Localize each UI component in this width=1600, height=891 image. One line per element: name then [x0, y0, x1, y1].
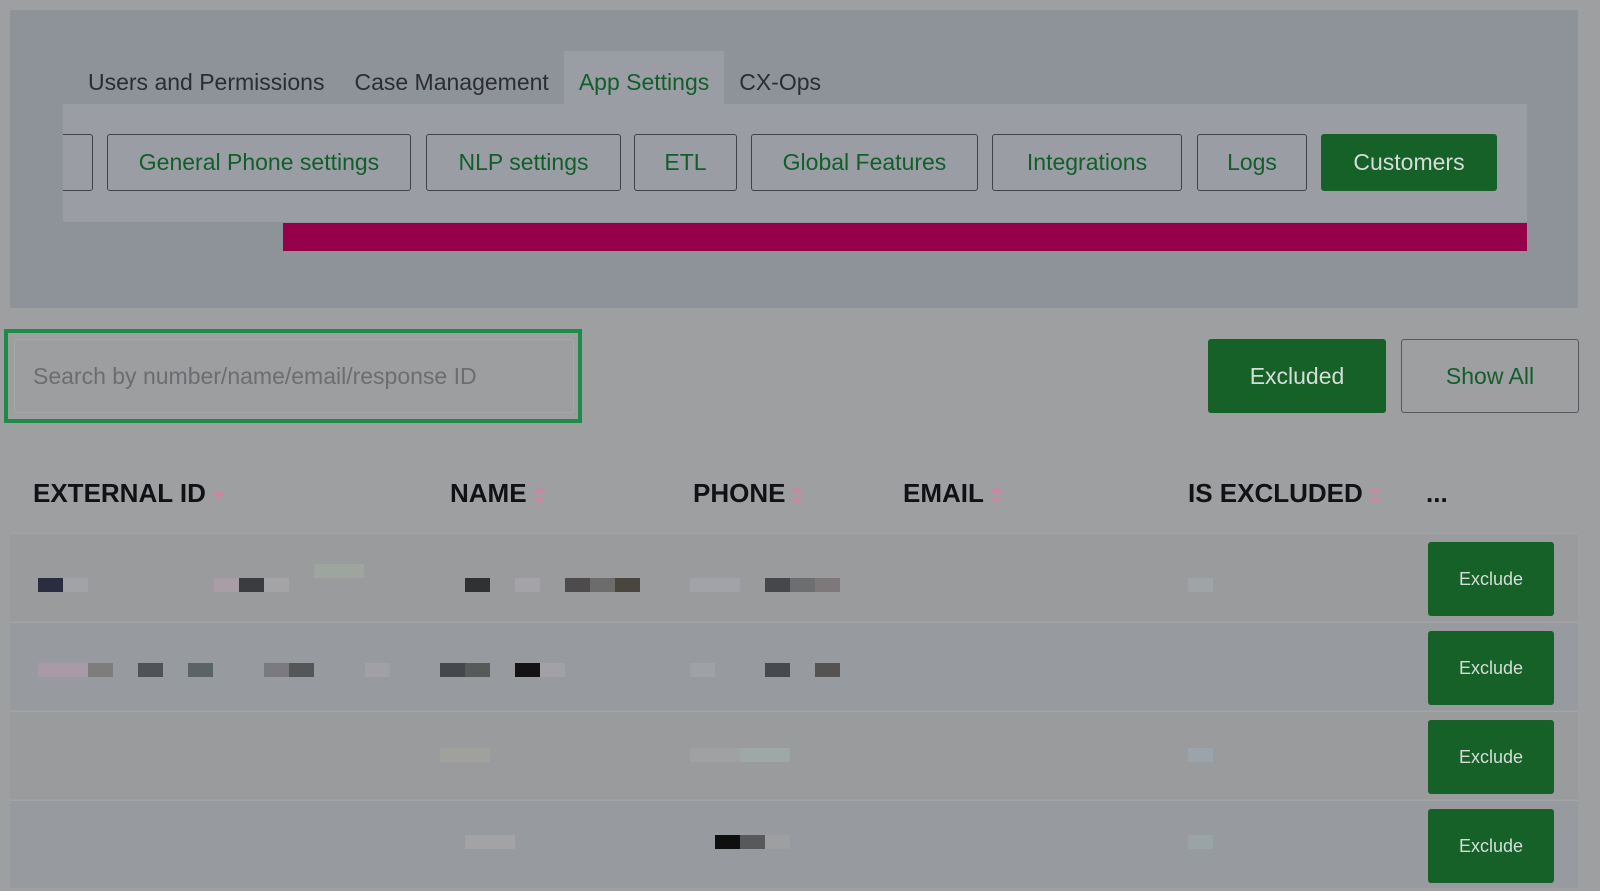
redacted-phone — [715, 835, 740, 849]
exclude-button[interactable]: Exclude — [1428, 542, 1554, 616]
redacted-excluded — [1188, 748, 1213, 762]
subnav-general-phone-settings[interactable]: General Phone settings — [107, 134, 411, 191]
subnav-item-offscreen[interactable] — [63, 134, 93, 191]
table-row: Exclude — [10, 533, 1578, 621]
sort-icon — [532, 485, 546, 505]
table-row: Exclude — [10, 800, 1578, 888]
column-label: EMAIL — [903, 478, 984, 508]
redacted-excluded — [1188, 578, 1213, 592]
table-row: Exclude — [10, 711, 1578, 799]
sort-icon — [1368, 485, 1382, 505]
subnav-etl[interactable]: ETL — [634, 134, 737, 191]
subnav-customers[interactable]: Customers — [1321, 134, 1497, 191]
redacted-name — [465, 578, 490, 592]
exclude-button[interactable]: Exclude — [1428, 720, 1554, 794]
redacted-excluded — [1188, 835, 1213, 849]
column-header-is-excluded[interactable]: IS EXCLUDED — [1188, 478, 1382, 509]
search-highlight — [4, 329, 582, 423]
sort-icon — [791, 485, 805, 505]
column-header-email[interactable]: EMAIL — [903, 478, 1003, 509]
column-header-actions: ... — [1426, 478, 1448, 508]
redacted-phone — [690, 748, 740, 762]
subnav-nlp-settings[interactable]: NLP settings — [426, 134, 621, 191]
settings-subnav: General Phone settings NLP settings ETL … — [63, 104, 1527, 222]
column-label: IS EXCLUDED — [1188, 478, 1363, 508]
redacted-name — [440, 663, 465, 677]
sort-desc-icon — [211, 490, 225, 500]
redacted-phone — [690, 663, 715, 677]
show-all-button[interactable]: Show All — [1401, 339, 1579, 413]
redacted-external-id — [38, 578, 63, 592]
horizontal-scrollbar[interactable] — [283, 223, 1527, 251]
redacted-name — [440, 748, 490, 762]
column-label: NAME — [450, 478, 527, 508]
subnav-integrations[interactable]: Integrations — [992, 134, 1182, 191]
column-header-phone[interactable]: PHONE — [693, 478, 805, 509]
excluded-filter-button[interactable]: Excluded — [1208, 339, 1386, 413]
column-label: EXTERNAL ID — [33, 478, 206, 508]
column-header-external-id[interactable]: EXTERNAL ID — [33, 478, 225, 509]
exclude-button[interactable]: Exclude — [1428, 631, 1554, 705]
redacted-external-id — [38, 663, 88, 677]
exclude-button[interactable]: Exclude — [1428, 809, 1554, 883]
column-label: PHONE — [693, 478, 786, 508]
sort-icon — [989, 485, 1003, 505]
redacted-name — [465, 835, 515, 849]
subnav-global-features[interactable]: Global Features — [751, 134, 978, 191]
column-header-name[interactable]: NAME — [450, 478, 546, 509]
subnav-logs[interactable]: Logs — [1197, 134, 1307, 191]
search-input[interactable] — [14, 339, 574, 413]
redacted-phone — [690, 578, 740, 592]
table-header: EXTERNAL ID NAME PHONE EMAIL IS EXCLUDED… — [0, 470, 1600, 520]
table-row: Exclude — [10, 622, 1578, 710]
